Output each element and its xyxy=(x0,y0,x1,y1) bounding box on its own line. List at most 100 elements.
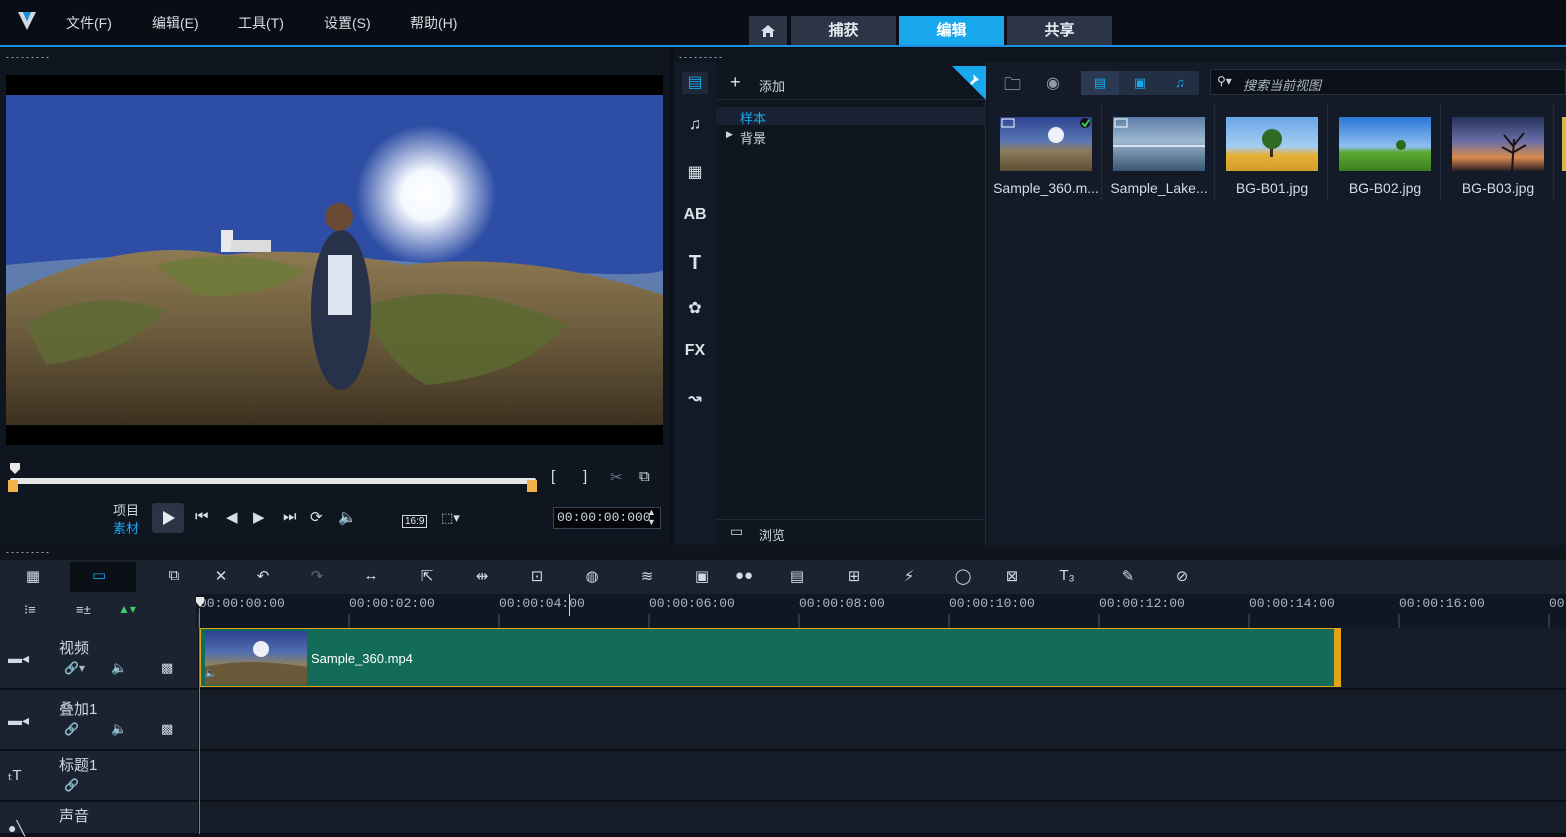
tab-share[interactable]: 共享 xyxy=(1007,16,1112,46)
fx-filter-icon[interactable]: FX xyxy=(682,342,708,364)
mark-out-button[interactable]: ] xyxy=(583,468,587,485)
timecode-field[interactable]: 00:00:00:000 xyxy=(553,507,661,529)
menu-edit[interactable]: 编辑(E) xyxy=(152,13,199,33)
split-screen-icon[interactable]: ⊞ xyxy=(843,567,865,587)
graphics-icon[interactable]: ✿ xyxy=(682,298,708,320)
transition-icon[interactable]: AB xyxy=(682,206,708,228)
project-mode-label[interactable]: 项目 xyxy=(113,500,139,519)
enlarge-icon[interactable]: ⧉ xyxy=(639,468,650,485)
mute-icon[interactable]: 🔈 xyxy=(111,660,127,676)
filter-video-icon[interactable]: ▤ xyxy=(1081,71,1119,95)
tools-icon[interactable]: ✕ xyxy=(210,567,232,587)
library-grip[interactable] xyxy=(678,56,722,59)
audio-wave-icon[interactable]: ≋ xyxy=(636,567,658,587)
timecode-stepper[interactable]: ▲ ▼ xyxy=(647,507,656,527)
scrubber-bar[interactable] xyxy=(10,478,536,484)
panel-grip[interactable] xyxy=(5,56,49,59)
link-icon[interactable]: 🔗▾ xyxy=(64,661,85,675)
aspect-ratio-button[interactable]: 16:9 xyxy=(402,515,428,528)
track-header-video[interactable]: ▬◂ 视频 🔗▾ 🔈 ▩ xyxy=(0,628,198,689)
storyboard-view-icon[interactable]: ▦ xyxy=(22,567,44,587)
clip-mode-label[interactable]: 素材 xyxy=(113,518,139,537)
media-item[interactable]: BG-B01.jpg xyxy=(1216,104,1328,200)
redo-icon[interactable]: ↷ xyxy=(306,567,328,587)
clip-end-handle[interactable] xyxy=(1334,629,1340,686)
split-icon[interactable]: ⇹ xyxy=(471,567,493,587)
import-folder-icon[interactable]: 🗀 xyxy=(1004,72,1021,101)
export-icon[interactable]: ⊘ xyxy=(1171,567,1193,587)
trim-end-handle[interactable] xyxy=(527,480,537,492)
zoom-fit-icon[interactable]: ⇱ xyxy=(416,567,438,587)
timeline-cursor[interactable] xyxy=(569,594,570,616)
home-tab[interactable] xyxy=(749,16,787,46)
track-area-title[interactable] xyxy=(200,751,1566,801)
time-ruler[interactable]: 00:00:00:00 00:00:02:00 00:00:04:00 00:0… xyxy=(196,594,1566,628)
track-manager-icon[interactable]: ⧉ xyxy=(163,567,185,587)
track-area-overlay[interactable] xyxy=(200,690,1566,750)
trim-start-handle[interactable] xyxy=(8,480,18,492)
tree-item-background[interactable]: ▶ 背景 xyxy=(716,127,986,146)
link-icon[interactable]: 🔗 xyxy=(64,722,79,736)
tab-edit[interactable]: 编辑 xyxy=(899,16,1004,46)
smart-package-icon[interactable]: ✎ xyxy=(1117,567,1139,587)
instant-project-icon[interactable]: ▦ xyxy=(682,162,708,184)
track-header-voice[interactable]: ●╲ 声音 xyxy=(0,802,198,836)
tree-item-sample[interactable]: 样本 xyxy=(716,107,986,126)
browse-button[interactable]: ▭ 浏览 xyxy=(716,519,986,545)
add-folder-button[interactable]: 添加 xyxy=(759,76,785,95)
crop-icon[interactable]: ⊠ xyxy=(1001,567,1023,587)
link-icon[interactable]: 🔗 xyxy=(64,778,79,792)
search-input[interactable]: 搜索当前视图 xyxy=(1243,75,1321,94)
add-icon[interactable]: + xyxy=(730,72,741,93)
track-header-overlay[interactable]: ▬◂ 叠加1 🔗 🔈 ▩ xyxy=(0,690,198,750)
filter-photo-icon[interactable]: ▣ xyxy=(1121,71,1159,95)
3d-title-icon[interactable]: T₃ xyxy=(1056,567,1078,587)
menu-file[interactable]: 文件(F) xyxy=(66,13,112,33)
timeline-clip[interactable]: 🔈 Sample_360.mp4 xyxy=(200,628,1341,687)
menu-settings[interactable]: 设置(S) xyxy=(324,13,371,33)
go-to-start-icon[interactable]: ⏮ xyxy=(195,508,209,525)
timeline-playhead-icon[interactable] xyxy=(195,596,205,608)
search-box[interactable]: ⚲▾ 搜索当前视图 xyxy=(1210,69,1566,95)
volume-icon[interactable]: 🔈 xyxy=(338,508,357,526)
next-frame-icon[interactable]: ▶ xyxy=(253,508,265,526)
tab-capture[interactable]: 捕获 xyxy=(791,16,896,46)
track-list-icon[interactable]: ⁝≡ xyxy=(24,602,36,618)
timeline-grip[interactable] xyxy=(5,551,49,554)
subtitle-icon[interactable]: ▤ xyxy=(786,567,808,587)
menu-tools[interactable]: 工具(T) xyxy=(238,13,284,33)
preview-window[interactable] xyxy=(6,75,663,445)
mute-icon[interactable]: 🔈 xyxy=(111,721,127,737)
mark-in-button[interactable]: [ xyxy=(551,468,555,485)
playhead-marker-icon[interactable] xyxy=(8,462,22,476)
media-item[interactable]: BG-B02.jpg xyxy=(1329,104,1441,200)
previous-frame-icon[interactable]: ◀ xyxy=(226,508,238,526)
timeline-view-button[interactable]: ▭ xyxy=(70,562,136,592)
record-icon[interactable]: ◍ xyxy=(581,567,603,587)
mask-icon[interactable]: ◯ xyxy=(952,567,974,587)
title-icon[interactable]: T xyxy=(682,252,708,274)
repeat-icon[interactable]: ⟳ xyxy=(310,508,323,526)
track-area-voice[interactable] xyxy=(200,802,1566,834)
pin-icon[interactable] xyxy=(952,66,986,100)
media-item[interactable]: Sample_Lake... xyxy=(1103,104,1215,200)
track-header-title[interactable]: ₜT 标题1 🔗 xyxy=(0,751,198,801)
track-transparency-icon[interactable]: ▩ xyxy=(161,721,173,737)
aperture-icon[interactable]: ◉ xyxy=(1046,73,1060,93)
track-transparency-icon[interactable]: ▩ xyxy=(161,660,173,676)
path-icon[interactable]: ↝ xyxy=(682,388,708,410)
undo-icon[interactable]: ↶ xyxy=(252,567,274,587)
motion-icon[interactable]: ▣ xyxy=(691,567,713,587)
speed-icon[interactable]: ⚡ xyxy=(898,567,920,587)
audio-icon[interactable]: ♫ xyxy=(682,116,708,138)
media-icon[interactable]: ▤ xyxy=(682,72,708,94)
menu-help[interactable]: 帮助(H) xyxy=(410,13,457,33)
expand-icon[interactable]: ⊡ xyxy=(526,567,548,587)
scissors-icon[interactable]: ✂ xyxy=(610,468,623,486)
play-button[interactable] xyxy=(152,503,184,533)
display-mode-icon[interactable]: ⬚▾ xyxy=(441,510,460,526)
go-to-end-icon[interactable]: ⏭ xyxy=(283,508,297,525)
expand-arrow-icon[interactable]: ▶ xyxy=(726,129,733,140)
color-grading-icon[interactable]: ●● xyxy=(733,567,755,587)
marker-icon[interactable]: ▲▾ xyxy=(118,602,136,616)
